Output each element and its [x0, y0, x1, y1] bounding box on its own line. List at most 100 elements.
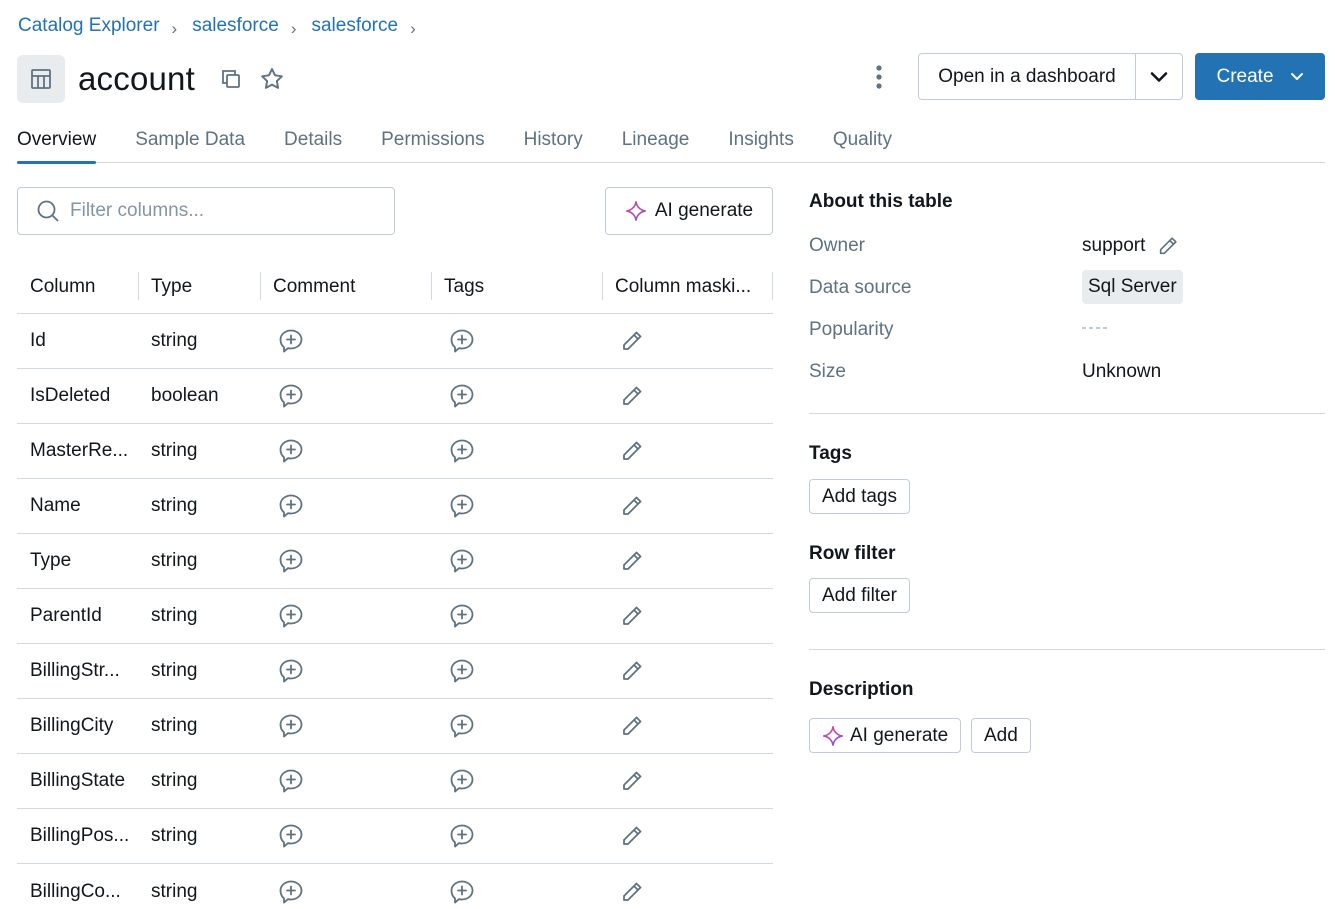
- table-row: BillingStr... string: [17, 644, 773, 699]
- tab-sample-data[interactable]: Sample Data: [135, 125, 245, 163]
- add-tag-icon[interactable]: [449, 879, 475, 905]
- tags-heading: Tags: [809, 443, 852, 464]
- filter-columns-field: [17, 187, 395, 235]
- column-name[interactable]: BillingStr...: [17, 644, 138, 698]
- column-name[interactable]: Name: [17, 479, 138, 533]
- create-button[interactable]: Create: [1195, 53, 1325, 100]
- data-source-badge: Sql Server: [1082, 270, 1183, 304]
- tab-details[interactable]: Details: [284, 125, 342, 163]
- column-type: string: [151, 660, 198, 681]
- chevron-right-icon: ›: [410, 19, 416, 38]
- column-header-column-masking[interactable]: Column maski...: [602, 260, 773, 313]
- create-button-label: Create: [1216, 65, 1274, 87]
- column-name[interactable]: IsDeleted: [17, 369, 138, 423]
- add-tag-icon[interactable]: [449, 768, 475, 794]
- add-description-button[interactable]: Add: [971, 718, 1031, 753]
- column-header-tags[interactable]: Tags: [431, 260, 602, 313]
- table-row: BillingPos... string: [17, 809, 773, 864]
- add-tag-icon[interactable]: [449, 493, 475, 519]
- edit-column-mask-icon[interactable]: [620, 880, 644, 904]
- add-comment-icon[interactable]: [278, 603, 304, 629]
- add-tag-icon[interactable]: [449, 438, 475, 464]
- edit-column-mask-icon[interactable]: [620, 659, 644, 683]
- tab-insights[interactable]: Insights: [728, 125, 793, 163]
- edit-column-mask-icon[interactable]: [620, 494, 644, 518]
- add-tag-icon[interactable]: [449, 713, 475, 739]
- add-comment-icon[interactable]: [278, 328, 304, 354]
- add-comment-icon[interactable]: [278, 658, 304, 684]
- tab-quality[interactable]: Quality: [833, 125, 892, 163]
- add-filter-button[interactable]: Add filter: [809, 578, 910, 613]
- column-type: boolean: [151, 385, 219, 406]
- add-comment-icon[interactable]: [278, 823, 304, 849]
- add-comment-icon[interactable]: [278, 493, 304, 519]
- table-row: BillingCo... string: [17, 864, 773, 909]
- row-filter-heading: Row filter: [809, 543, 896, 564]
- add-tag-icon[interactable]: [449, 328, 475, 354]
- title-row: account: [17, 55, 285, 103]
- table-row: MasterRe... string: [17, 424, 773, 479]
- add-tag-icon[interactable]: [449, 823, 475, 849]
- open-dashboard-dropdown-button[interactable]: [1136, 54, 1182, 99]
- columns-table: Column Type Comment Tags Column maski...…: [17, 260, 773, 909]
- add-tags-button[interactable]: Add tags: [809, 479, 910, 514]
- column-name[interactable]: Id: [17, 314, 138, 368]
- star-icon[interactable]: [259, 66, 285, 92]
- edit-column-mask-icon[interactable]: [620, 329, 644, 353]
- add-comment-icon[interactable]: [278, 438, 304, 464]
- edit-column-mask-icon[interactable]: [620, 769, 644, 793]
- tab-permissions[interactable]: Permissions: [381, 125, 484, 163]
- data-source-label: Data source: [809, 277, 912, 298]
- popularity-indicator: [1082, 318, 1107, 338]
- edit-owner-icon[interactable]: [1157, 235, 1179, 257]
- add-tag-icon[interactable]: [449, 548, 475, 574]
- column-name[interactable]: BillingState: [17, 754, 138, 808]
- edit-column-mask-icon[interactable]: [620, 714, 644, 738]
- size-value: Unknown: [1082, 361, 1162, 382]
- tab-lineage[interactable]: Lineage: [622, 125, 690, 163]
- edit-column-mask-icon[interactable]: [620, 824, 644, 848]
- copy-icon[interactable]: [219, 67, 243, 91]
- ai-generate-comments-button[interactable]: AI generate: [605, 187, 773, 235]
- chevron-right-icon: ›: [290, 19, 297, 38]
- column-type: string: [151, 880, 198, 902]
- add-comment-icon[interactable]: [278, 768, 304, 794]
- add-comment-icon[interactable]: [278, 879, 304, 905]
- owner-value: support: [1082, 235, 1146, 256]
- add-comment-icon[interactable]: [278, 383, 304, 409]
- column-name[interactable]: ParentId: [17, 589, 138, 643]
- column-header-comment[interactable]: Comment: [260, 260, 431, 313]
- tab-history[interactable]: History: [524, 125, 583, 163]
- add-tag-icon[interactable]: [449, 383, 475, 409]
- add-tag-icon[interactable]: [449, 603, 475, 629]
- chevron-down-icon: [1290, 72, 1304, 81]
- column-header-type[interactable]: Type: [138, 260, 260, 313]
- column-type: string: [151, 605, 198, 626]
- size-label: Size: [809, 361, 846, 382]
- column-name[interactable]: Type: [17, 534, 138, 588]
- open-in-dashboard-button[interactable]: Open in a dashboard: [919, 54, 1136, 99]
- column-type: string: [151, 440, 198, 461]
- column-name[interactable]: MasterRe...: [17, 424, 138, 478]
- breadcrumb-catalog-explorer[interactable]: Catalog Explorer: [18, 15, 160, 37]
- breadcrumb-schema[interactable]: salesforce: [311, 15, 398, 37]
- edit-column-mask-icon[interactable]: [620, 604, 644, 628]
- breadcrumb-catalog[interactable]: salesforce: [192, 15, 279, 37]
- more-options-icon[interactable]: [866, 62, 892, 92]
- ai-generate-description-button[interactable]: AI generate: [809, 718, 962, 753]
- owner-value-row: support: [1082, 235, 1179, 257]
- add-comment-icon[interactable]: [278, 548, 304, 574]
- column-name[interactable]: BillingCity: [17, 699, 138, 753]
- filter-columns-input[interactable]: [70, 200, 370, 222]
- edit-column-mask-icon[interactable]: [620, 549, 644, 573]
- add-comment-icon[interactable]: [278, 713, 304, 739]
- table-row: ParentId string: [17, 589, 773, 644]
- column-name[interactable]: BillingCo...: [17, 864, 138, 909]
- table-row: BillingCity string: [17, 699, 773, 754]
- edit-column-mask-icon[interactable]: [620, 439, 644, 463]
- add-tag-icon[interactable]: [449, 658, 475, 684]
- column-name[interactable]: BillingPos...: [17, 809, 138, 863]
- tab-overview[interactable]: Overview: [17, 125, 97, 164]
- column-header-column[interactable]: Column: [17, 260, 138, 313]
- edit-column-mask-icon[interactable]: [620, 384, 644, 408]
